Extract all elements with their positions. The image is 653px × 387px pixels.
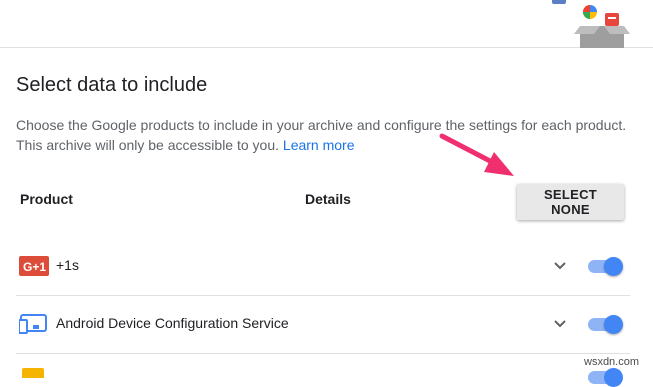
chevron-down-icon[interactable] (553, 317, 567, 331)
chevron-down-icon[interactable] (553, 259, 567, 273)
learn-more-link[interactable]: Learn more (283, 137, 355, 153)
toggle-thumb (604, 257, 623, 276)
google-plus-one-icon: G+1 (19, 256, 49, 276)
include-toggle[interactable] (586, 315, 624, 334)
product-name: +1s (56, 257, 79, 273)
top-header-strip (0, 0, 653, 47)
android-devices-icon (18, 314, 49, 334)
header-divider (0, 47, 653, 48)
include-toggle[interactable] (586, 257, 624, 276)
page-title: Select data to include (16, 74, 208, 96)
include-toggle[interactable] (586, 368, 624, 387)
toggle-thumb (604, 368, 623, 387)
product-row-plus-ones: G+1 +1s (16, 237, 630, 296)
product-row-partial (16, 354, 630, 387)
select-none-button[interactable]: SELECT NONE (517, 184, 624, 220)
watermark: wsxdn.com (584, 356, 640, 368)
pointer-arrow-annotation (439, 133, 514, 176)
product-icon (22, 368, 44, 378)
product-name: Android Device Configuration Service (56, 315, 289, 331)
details-column-header: Details (305, 191, 351, 207)
product-column-header: Product (20, 191, 73, 207)
svg-text:G+1: G+1 (23, 260, 46, 274)
toggle-thumb (604, 315, 623, 334)
page-description: Choose the Google products to include in… (16, 115, 636, 155)
takeout-box-icon (572, 0, 632, 50)
product-row-android-device-config: Android Device Configuration Service (16, 295, 630, 354)
top-menu-fragment (552, 0, 566, 4)
